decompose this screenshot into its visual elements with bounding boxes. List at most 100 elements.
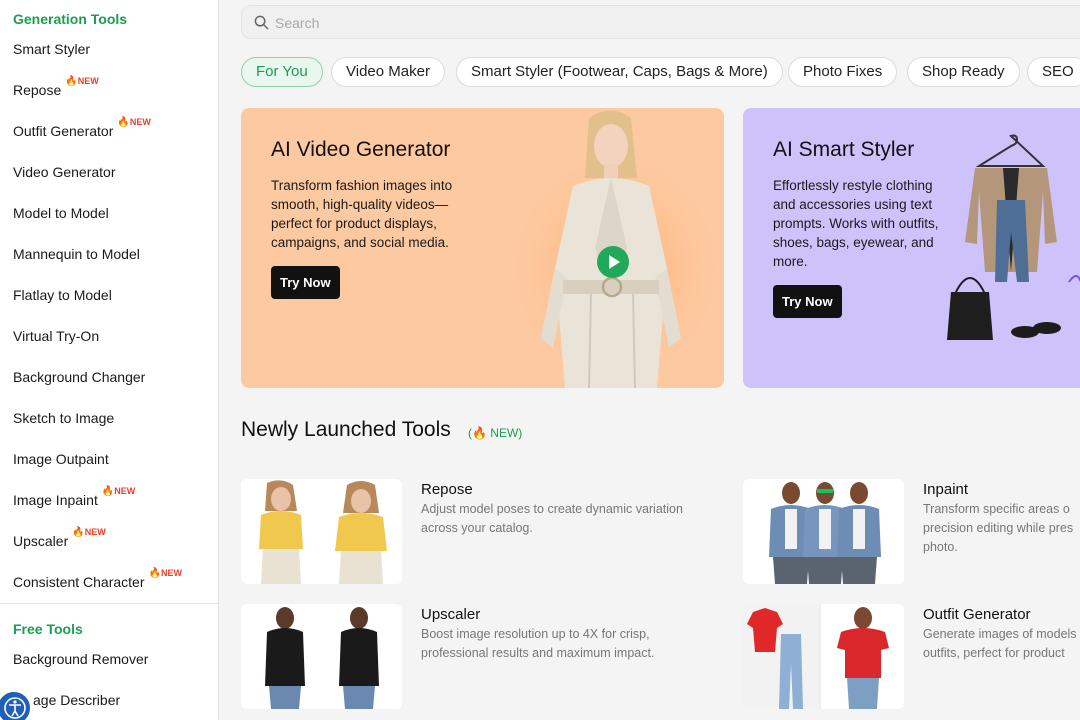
sidebar-divider [0, 603, 218, 604]
sidebar-item-mannequin-to-model[interactable]: Mannequin to Model [13, 246, 140, 262]
sidebar-item-label: Smart Styler [13, 41, 91, 57]
banner-title: AI Video Generator [271, 138, 451, 161]
sidebar-item-model-to-model[interactable]: Model to Model [13, 205, 109, 221]
section-title-free-tools: Free Tools [13, 621, 83, 637]
sidebar-item-consistent-character[interactable]: Consistent Character 🔥NEW [13, 568, 182, 590]
section-new-badge: (🔥 NEW) [468, 426, 522, 440]
search-icon [254, 15, 269, 30]
banner-desc-line: and accessories using text [773, 197, 933, 212]
tool-name[interactable]: Outfit Generator [923, 606, 1031, 623]
sidebar-item-repose[interactable]: Repose🔥NEW [13, 76, 99, 98]
sidebar-item-label: Virtual Try-On [13, 328, 100, 344]
tool-desc-line: Adjust model poses to create dynamic var… [421, 502, 683, 516]
chip-photo-fixes[interactable]: Photo Fixes [788, 57, 898, 87]
sidebar-item-label: Background Changer [13, 369, 146, 385]
sidebar-item-label: Repose [13, 82, 62, 98]
accessibility-icon [4, 697, 26, 719]
tool-thumb-repose[interactable] [241, 479, 402, 584]
tool-thumb-outfit-generator[interactable] [743, 604, 904, 709]
new-badge: 🔥NEW [117, 117, 150, 128]
banner-title: AI Smart Styler [773, 138, 915, 161]
repose-models-image [259, 480, 387, 584]
tool-desc-line: Boost image resolution up to 4X for cris… [421, 627, 650, 641]
banner-desc-line: Transform fashion images into [271, 178, 453, 193]
chip-shop-ready[interactable]: Shop Ready [907, 57, 1020, 87]
chip-for-you[interactable]: For You [241, 57, 323, 87]
tool-desc-line: photo. [923, 540, 958, 554]
sidebar-item-virtual-try-on[interactable]: Virtual Try-On [13, 328, 99, 344]
inpaint-models-image [769, 482, 881, 584]
tool-desc-line: precision editing while pres [923, 521, 1074, 535]
banner-desc-line: more. [773, 254, 808, 269]
sidebar: Generation Tools Smart Styler Repose🔥NEW… [0, 0, 219, 720]
sidebar-item-outfit-generator[interactable]: Outfit Generator🔥NEW [13, 117, 151, 139]
tool-desc-line: Generate images of models [923, 627, 1077, 641]
play-icon[interactable] [596, 245, 630, 279]
sidebar-item-label: Image Inpaint [13, 492, 98, 508]
sidebar-item-image-inpaint[interactable]: Image Inpaint🔥NEW [13, 486, 135, 508]
try-now-button[interactable]: Try Now [271, 266, 340, 299]
sidebar-item-label: Consistent Character [13, 574, 145, 590]
sidebar-item-label: Outfit Generator [13, 123, 114, 139]
sidebar-item-label: age Describer [33, 692, 121, 708]
outfit-generator-image [743, 604, 889, 709]
tool-name[interactable]: Inpaint [923, 481, 968, 498]
sidebar-item-label: Sketch to Image [13, 410, 115, 426]
flame-icon: 🔥 [101, 486, 115, 497]
sidebar-item-label: Background Remover [13, 651, 149, 667]
banner-desc-line: Effortlessly restyle clothing [773, 178, 933, 193]
clothing-accessories-image [947, 134, 1080, 340]
chip-smart-styler[interactable]: Smart Styler (Footwear, Caps, Bags & Mor… [456, 57, 783, 87]
flame-icon: 🔥 [117, 117, 130, 128]
banner-ai-smart-styler[interactable]: AI Smart Styler Effortlessly restyle clo… [743, 108, 1080, 388]
flame-icon: 🔥 [65, 76, 78, 87]
search-input[interactable]: Search [275, 15, 319, 31]
section-title-newly-launched: Newly Launched Tools [241, 418, 451, 441]
chip-video-maker[interactable]: Video Maker [331, 57, 445, 87]
new-badge: 🔥NEW [72, 527, 105, 538]
sidebar-item-label: Model to Model [13, 205, 109, 221]
new-badge-label: NEW [114, 486, 136, 496]
search-bar[interactable]: Search [241, 5, 1080, 39]
new-badge: 🔥NEW [149, 568, 182, 579]
tool-desc-line: outfits, perfect for product [923, 646, 1065, 660]
sidebar-item-image-outpaint[interactable]: Image Outpaint [13, 451, 109, 467]
sidebar-item-label: Mannequin to Model [13, 246, 140, 262]
new-badge: 🔥NEW [102, 486, 135, 497]
banner-desc-line: prompts. Works with outfits, [773, 216, 939, 231]
banner-ai-video-generator[interactable]: AI Video Generator Transform fashion ima… [241, 108, 724, 388]
tool-name[interactable]: Upscaler [421, 606, 480, 623]
new-badge-label: NEW [160, 568, 182, 578]
tool-desc-line: professional results and maximum impact. [421, 646, 655, 660]
section-title-generation-tools: Generation Tools [13, 11, 128, 27]
tool-thumb-inpaint[interactable] [743, 479, 904, 584]
tool-desc-line: Transform specific areas o [923, 502, 1070, 516]
tool-desc-line: across your catalog. [421, 521, 533, 535]
tool-name[interactable]: Repose [421, 481, 473, 498]
new-badge-label: NEW [84, 527, 106, 537]
sidebar-item-upscaler[interactable]: Upscaler🔥NEW [13, 527, 106, 549]
sidebar-item-label: Flatlay to Model [13, 287, 112, 303]
sidebar-item-video-generator[interactable]: Video Generator [13, 164, 115, 180]
sidebar-item-background-remover[interactable]: Background Remover [13, 651, 148, 667]
sidebar-item-label: Video Generator [13, 164, 116, 180]
chip-seo[interactable]: SEO [1027, 57, 1080, 87]
sidebar-item-smart-styler[interactable]: Smart Styler [13, 41, 90, 57]
flame-icon: 🔥 [472, 426, 487, 440]
sidebar-item-background-changer[interactable]: Background Changer [13, 369, 145, 385]
sidebar-item-label: Upscaler [13, 533, 69, 549]
banner-desc-line: smooth, high-quality videos— [271, 197, 449, 212]
banner-desc-line: shoes, bags, eyewear, and [773, 235, 934, 250]
try-now-button[interactable]: Try Now [773, 285, 842, 318]
accessibility-button[interactable] [0, 690, 32, 720]
sidebar-item-sketch-to-image[interactable]: Sketch to Image [13, 410, 114, 426]
new-badge-label: NEW [77, 76, 99, 86]
new-badge: 🔥NEW [65, 76, 98, 87]
upscaler-models-image [265, 607, 379, 709]
tool-thumb-upscaler[interactable] [241, 604, 402, 709]
banner-desc-line: campaigns, and social media. [271, 235, 449, 250]
sidebar-item-flatlay-to-model[interactable]: Flatlay to Model [13, 287, 112, 303]
flame-icon: 🔥 [72, 527, 85, 538]
sidebar-item-image-describer[interactable]: age Describer [33, 692, 120, 708]
banner-desc-line: perfect for product displays, [271, 216, 437, 231]
